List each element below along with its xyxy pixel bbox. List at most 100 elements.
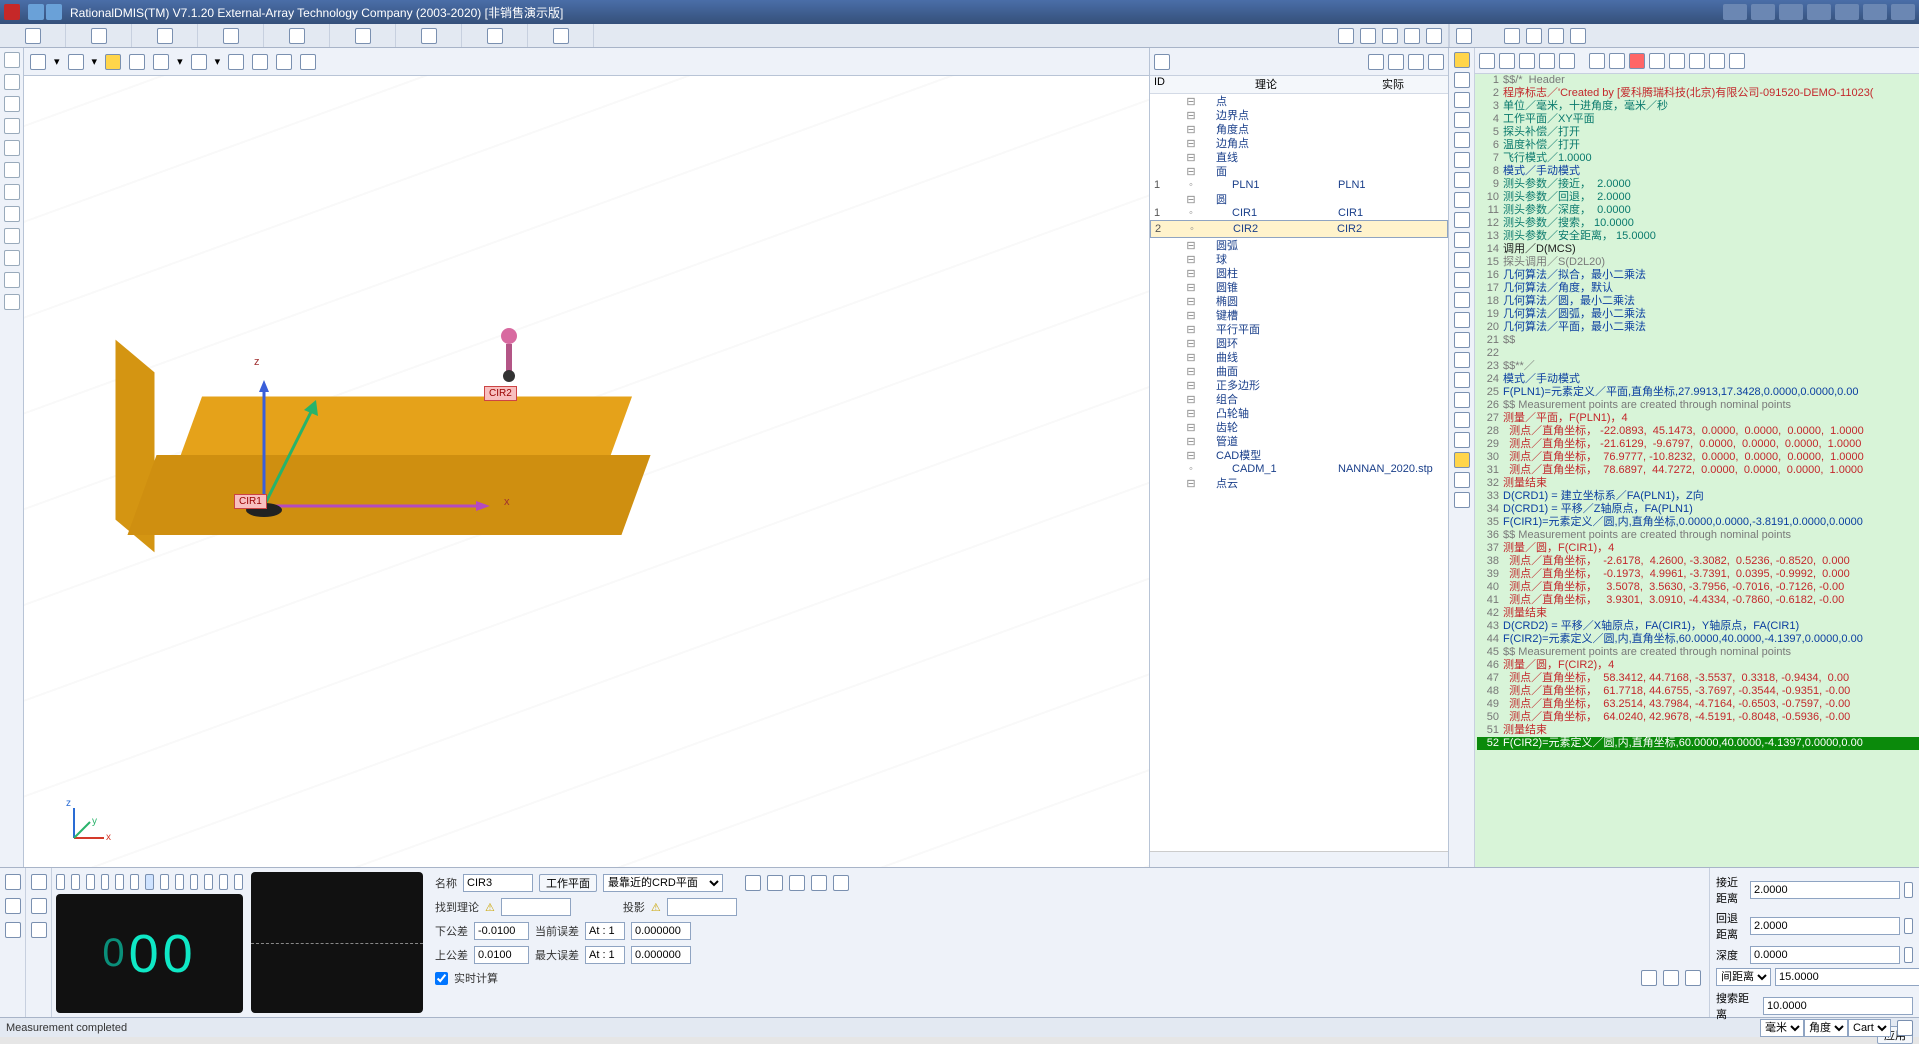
- codetab-icon[interactable]: [1454, 212, 1470, 228]
- tree-row[interactable]: ⊟管道: [1150, 434, 1448, 448]
- win-icon[interactable]: [1807, 4, 1831, 20]
- codetab-icon[interactable]: [1454, 152, 1470, 168]
- code-tb-icon[interactable]: [1504, 28, 1520, 44]
- code-save-icon[interactable]: [1519, 53, 1535, 69]
- codetab-icon[interactable]: [1454, 312, 1470, 328]
- tree-scrollbar[interactable]: [1150, 851, 1448, 867]
- uptol-input[interactable]: [474, 946, 529, 964]
- lock-icon[interactable]: [1904, 947, 1913, 963]
- tag-cir2[interactable]: CIR2: [484, 386, 517, 401]
- tree-row[interactable]: ⊟组合: [1150, 392, 1448, 406]
- codetab-icon[interactable]: [1454, 272, 1470, 288]
- codetab-icon[interactable]: [1454, 372, 1470, 388]
- maximize-icon[interactable]: [1863, 4, 1887, 20]
- form-icon[interactable]: [833, 875, 849, 891]
- codetab-icon[interactable]: [1454, 472, 1470, 488]
- tree-row[interactable]: ⊟直线: [1150, 150, 1448, 164]
- circle-shape-icon[interactable]: [145, 874, 154, 890]
- shape-icon[interactable]: [115, 874, 124, 890]
- tree-row[interactable]: ⊟凸轮轴: [1150, 406, 1448, 420]
- vt-icon[interactable]: [4, 206, 20, 222]
- approach-input[interactable]: [1750, 881, 1900, 899]
- codetab-icon[interactable]: [1454, 332, 1470, 348]
- ribbon-cloud-icon[interactable]: [421, 28, 437, 44]
- zoom-icon[interactable]: [129, 54, 145, 70]
- ribbon-wrench-icon[interactable]: [1382, 28, 1398, 44]
- tree-hdr-icon[interactable]: [1388, 54, 1404, 70]
- code-open-icon[interactable]: [1499, 53, 1515, 69]
- maxerr-at[interactable]: [585, 946, 625, 964]
- codetab-icon[interactable]: [1454, 412, 1470, 428]
- tree-row[interactable]: ⊟键槽: [1150, 308, 1448, 322]
- shape-icon[interactable]: [190, 874, 199, 890]
- code-icon[interactable]: [1709, 53, 1725, 69]
- bt-icon[interactable]: [5, 898, 21, 914]
- code-tb-icon[interactable]: [1570, 28, 1586, 44]
- ribbon-camera-icon[interactable]: [1426, 28, 1442, 44]
- col-theory[interactable]: 理论: [1194, 76, 1338, 93]
- shape-icon[interactable]: [71, 874, 80, 890]
- ribbon-window-icon[interactable]: [553, 28, 569, 44]
- retract-input[interactable]: [1750, 917, 1900, 935]
- shape-icon[interactable]: [175, 874, 184, 890]
- arrow-icon[interactable]: [68, 54, 84, 70]
- shape-icon[interactable]: [219, 874, 228, 890]
- codetab-icon[interactable]: [1454, 492, 1470, 508]
- 3d-canvas[interactable]: z x CIR1 CIR2 z y x: [24, 76, 1149, 867]
- tree-row[interactable]: ⊟点云: [1150, 476, 1448, 490]
- feature-tree[interactable]: ⊟点⊟边界点⊟角度点⊟边角点⊟直线⊟面1◦PLN1PLN1⊟圆1◦CIR1CIR…: [1150, 94, 1448, 851]
- codetab-icon[interactable]: [1454, 112, 1470, 128]
- bt-icon[interactable]: [31, 922, 47, 938]
- shape-icon[interactable]: [101, 874, 110, 890]
- tree-row[interactable]: ⊟角度点: [1150, 122, 1448, 136]
- ribbon-cube2-icon[interactable]: [1338, 28, 1354, 44]
- unit-angle-select[interactable]: 角度: [1804, 1019, 1848, 1037]
- vt-icon[interactable]: [4, 272, 20, 288]
- axes-icon[interactable]: [153, 54, 169, 70]
- tree-row[interactable]: ⊟平行平面: [1150, 322, 1448, 336]
- tree-hdr-icon[interactable]: [1428, 54, 1444, 70]
- codetab-icon[interactable]: [1454, 232, 1470, 248]
- bt-icon[interactable]: [31, 898, 47, 914]
- col-actual[interactable]: 实际: [1338, 76, 1448, 93]
- proj-input[interactable]: [667, 898, 737, 916]
- win-icon[interactable]: [1779, 4, 1803, 20]
- tree-row[interactable]: ⊟圆: [1150, 192, 1448, 206]
- form-icon[interactable]: [789, 875, 805, 891]
- code-icon[interactable]: [1539, 53, 1555, 69]
- workplane-button[interactable]: 工作平面: [539, 874, 597, 892]
- ribbon-grid-icon[interactable]: [157, 28, 173, 44]
- vt-icon[interactable]: [4, 140, 20, 156]
- codetab-icon[interactable]: [1454, 192, 1470, 208]
- tree-row[interactable]: ⊟圆环: [1150, 336, 1448, 350]
- vt-icon[interactable]: [4, 228, 20, 244]
- tree-row[interactable]: ⊟点: [1150, 94, 1448, 108]
- curerr-value[interactable]: [631, 922, 691, 940]
- col-id[interactable]: ID: [1150, 76, 1194, 93]
- curerr-at[interactable]: [585, 922, 625, 940]
- lock-icon[interactable]: [1904, 918, 1913, 934]
- home-icon[interactable]: [30, 54, 46, 70]
- tree-row[interactable]: ⊟齿轮: [1150, 420, 1448, 434]
- unit-mm-select[interactable]: 毫米: [1760, 1019, 1804, 1037]
- tree-hdr-icon[interactable]: [1368, 54, 1384, 70]
- status-icon[interactable]: [1897, 1020, 1913, 1036]
- code-tb-icon[interactable]: [1526, 28, 1542, 44]
- vt-icon[interactable]: [4, 118, 20, 134]
- codetab-icon[interactable]: [1454, 92, 1470, 108]
- tree-row[interactable]: ⊟边界点: [1150, 108, 1448, 122]
- codetab-icon[interactable]: [1454, 452, 1470, 468]
- ribbon-flask-icon[interactable]: [355, 28, 371, 44]
- shape-icon[interactable]: [234, 874, 243, 890]
- shape-icon[interactable]: [130, 874, 139, 890]
- form-icon[interactable]: [745, 875, 761, 891]
- codetab-icon[interactable]: [1454, 432, 1470, 448]
- code-icon[interactable]: [1689, 53, 1705, 69]
- tree-row[interactable]: ⊟圆弧: [1150, 238, 1448, 252]
- code-icon[interactable]: [1589, 53, 1605, 69]
- tree-row[interactable]: ⊟面: [1150, 164, 1448, 178]
- shape-icon[interactable]: [160, 874, 169, 890]
- tree-row[interactable]: ◦CADM_1NANNAN_2020.stp: [1150, 462, 1448, 476]
- spacing-input[interactable]: [1775, 968, 1919, 986]
- search-input[interactable]: [1763, 997, 1913, 1015]
